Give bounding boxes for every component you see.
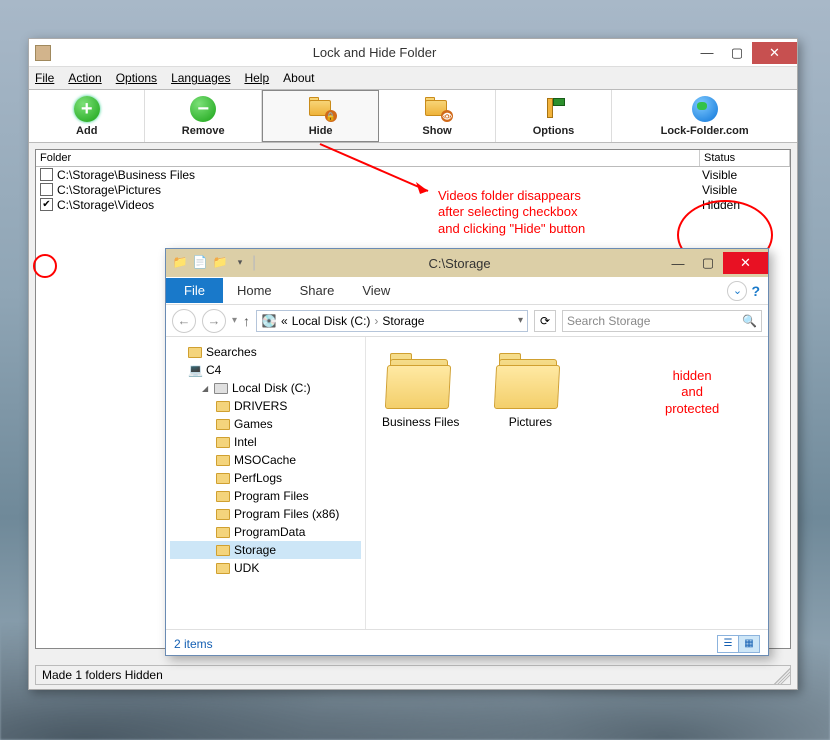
tree-item[interactable]: MSOCache [170,451,361,469]
folder-icon [216,401,230,412]
window-title: Lock and Hide Folder [57,45,692,60]
toolbar: + Add − Remove 🔒 Hide 👁 Show Options Loc… [29,89,797,143]
view-details-button[interactable]: ☰ [717,635,739,653]
chevron-down-icon[interactable]: ▾ [232,315,237,326]
tree-item-selected[interactable]: Storage [170,541,361,559]
plus-icon: + [74,96,100,122]
close-button[interactable]: ✕ [752,42,797,64]
folder-icon [216,509,230,520]
tree-item[interactable]: ProgramData [170,523,361,541]
explorer-title: C:\Storage [256,256,663,271]
folder-large-icon [386,353,456,409]
row-checkbox[interactable] [40,183,53,196]
explorer-content[interactable]: Business Files Pictures [366,337,768,629]
folder-lock-icon: 🔒 [307,98,335,120]
folder-icon [216,419,230,430]
statusbar: Made 1 folders Hidden [35,665,791,685]
forward-button[interactable]: → [202,309,226,333]
tree-item[interactable]: Program Files (x86) [170,505,361,523]
chevron-right-icon: › [374,314,378,328]
help-icon[interactable]: ? [751,283,760,299]
chevron-down-icon[interactable]: ▾ [232,254,248,270]
menu-help[interactable]: Help [244,71,269,85]
folder-eye-icon: 👁 [423,98,451,120]
folder-item[interactable]: Business Files [382,353,459,613]
ribbon-tab-share[interactable]: Share [286,278,349,303]
folder-icon [216,545,230,556]
menubar: File Action Options Languages Help About [29,67,797,89]
remove-button[interactable]: − Remove [145,90,261,142]
row-checkbox[interactable]: ✔ [40,198,53,211]
hide-button[interactable]: 🔒 Hide [262,90,379,142]
website-button[interactable]: Lock-Folder.com [612,90,797,142]
folder-large-icon [495,353,565,409]
folder-small-icon: 📁 [172,254,188,270]
menu-options[interactable]: Options [116,71,157,85]
explorer-navbar: ← → ▾ ↑ 💽 « Local Disk (C:) › Storage ▾ … [166,305,768,337]
folder-icon [216,563,230,574]
search-icon: 🔍 [742,314,757,328]
titlebar[interactable]: Lock and Hide Folder — ▢ ✕ [29,39,797,67]
chevron-down-icon[interactable]: ▾ [518,315,523,326]
tree-item[interactable]: UDK [170,559,361,577]
back-button[interactable]: ← [172,309,196,333]
exp-maximize-button[interactable]: ▢ [693,252,723,274]
maximize-button[interactable]: ▢ [722,42,752,64]
app-icon [35,45,51,61]
annotation-circle-checkbox [33,254,57,278]
col-status[interactable]: Status [700,150,790,166]
show-button[interactable]: 👁 Show [379,90,495,142]
exp-close-button[interactable]: ✕ [723,252,768,274]
tree-item[interactable]: Games [170,415,361,433]
view-icons-button[interactable]: ▦ [738,635,760,653]
explorer-titlebar[interactable]: 📁 📄 📁 ▾ | C:\Storage — ▢ ✕ [166,249,768,277]
explorer-window: 📁 📄 📁 ▾ | C:\Storage — ▢ ✕ File Home Sha… [165,248,769,656]
folder-icon [188,347,202,358]
globe-icon [692,96,718,122]
tree-item[interactable]: 💻C4 [170,361,361,379]
folder-icon [216,491,230,502]
explorer-tree[interactable]: Searches 💻C4 ◢Local Disk (C:) DRIVERS Ga… [166,337,366,629]
tree-item[interactable]: Searches [170,343,361,361]
minus-icon: − [190,96,216,122]
folder-item[interactable]: Pictures [495,353,565,613]
explorer-ribbon: File Home Share View ⌄ ? [166,277,768,305]
ribbon-tab-view[interactable]: View [348,278,404,303]
folder-icon [216,455,230,466]
tree-item[interactable]: Intel [170,433,361,451]
ribbon-expand-button[interactable]: ⌄ [727,281,747,301]
folder-icon [216,527,230,538]
menu-action[interactable]: Action [68,71,101,85]
folder-icon [216,473,230,484]
tree-item[interactable]: DRIVERS [170,397,361,415]
resize-grip-icon[interactable] [774,668,790,684]
ribbon-file-tab[interactable]: File [166,278,223,303]
row-checkbox[interactable] [40,168,53,181]
annotation-arrow [320,144,440,200]
add-button[interactable]: + Add [29,90,145,142]
search-input[interactable]: Search Storage 🔍 [562,310,762,332]
up-button[interactable]: ↑ [243,313,250,329]
drive-icon [214,383,228,394]
exp-minimize-button[interactable]: — [663,252,693,274]
folder-small-icon[interactable]: 📁 [212,254,228,270]
computer-icon: 💻 [188,363,202,377]
address-bar[interactable]: 💽 « Local Disk (C:) › Storage ▾ [256,310,528,332]
options-button[interactable]: Options [496,90,612,142]
refresh-button[interactable]: ⟳ [534,310,556,332]
minimize-button[interactable]: — [692,42,722,64]
tree-item[interactable]: ◢Local Disk (C:) [170,379,361,397]
expander-icon[interactable]: ◢ [202,384,210,393]
folder-icon [216,437,230,448]
tree-item[interactable]: PerfLogs [170,469,361,487]
tools-icon [541,96,567,122]
tree-item[interactable]: Program Files [170,487,361,505]
properties-icon[interactable]: 📄 [192,254,208,270]
ribbon-tab-home[interactable]: Home [223,278,286,303]
explorer-statusbar: 2 items ☰ ▦ [166,629,768,657]
menu-about[interactable]: About [283,71,314,85]
menu-file[interactable]: File [35,71,54,85]
menu-languages[interactable]: Languages [171,71,230,85]
drive-icon: 💽 [261,313,277,329]
